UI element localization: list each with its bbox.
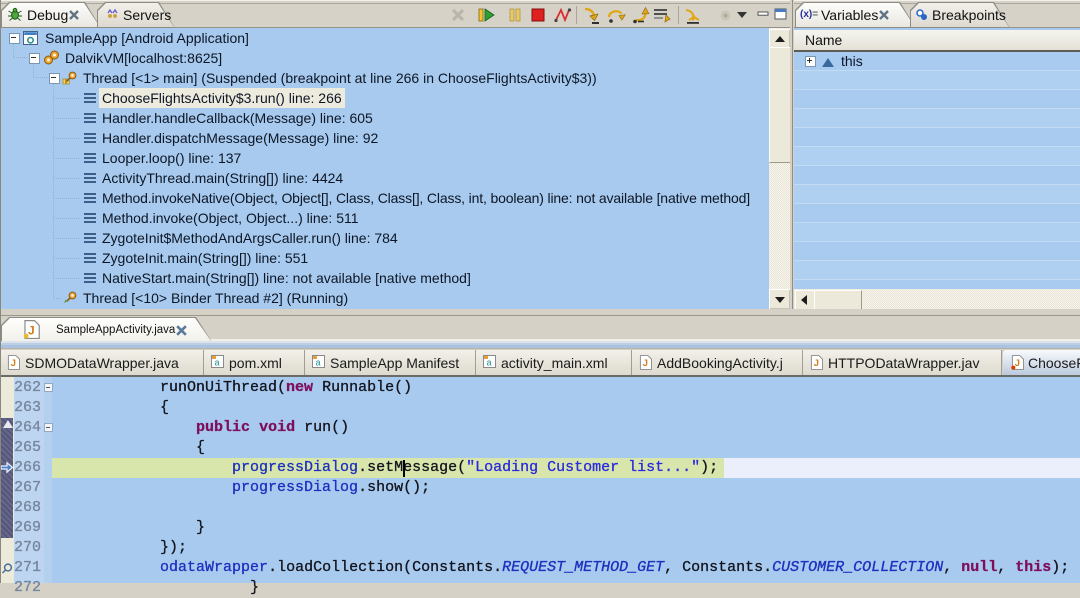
- svg-text:J: J: [1015, 358, 1020, 368]
- svg-text:a: a: [487, 358, 492, 368]
- svg-text:a: a: [316, 358, 321, 368]
- svg-text:J: J: [28, 323, 35, 337]
- svg-text:J: J: [11, 358, 16, 368]
- svg-text:J: J: [814, 358, 819, 368]
- svg-text:a: a: [215, 358, 220, 368]
- svg-text:J: J: [643, 358, 648, 368]
